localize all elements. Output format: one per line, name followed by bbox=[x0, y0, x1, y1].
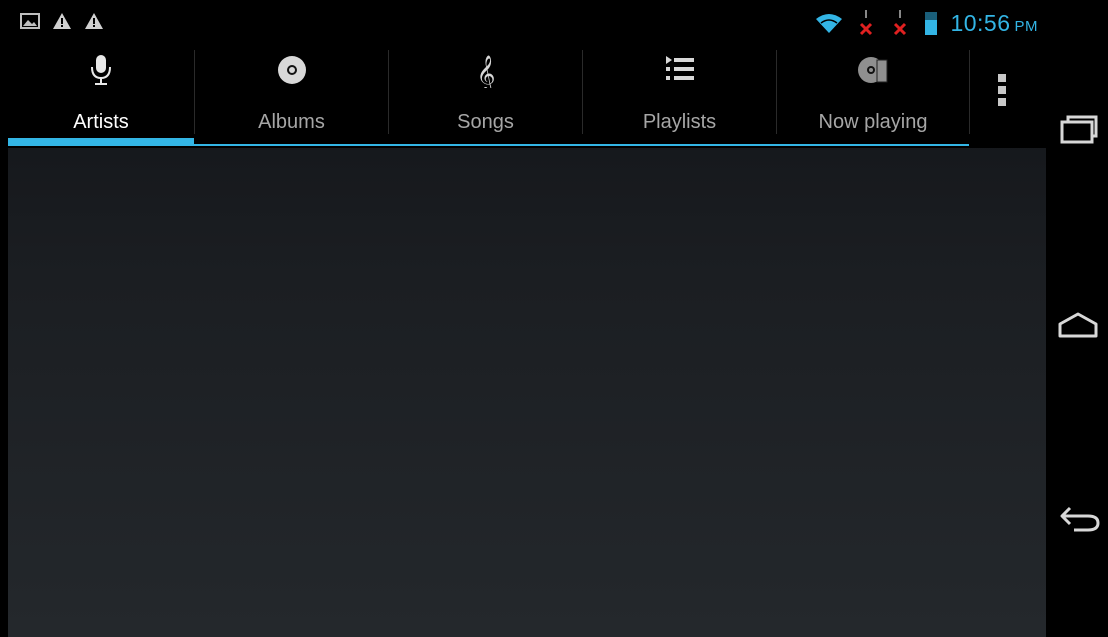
overflow-dot bbox=[998, 74, 1006, 82]
clock-ampm: PM bbox=[1014, 17, 1038, 35]
status-bar: 10:56 PM bbox=[8, 8, 1046, 38]
notification-icons bbox=[20, 12, 104, 30]
warning-icon bbox=[53, 13, 71, 29]
tab-label: Albums bbox=[258, 111, 325, 133]
content-area bbox=[8, 148, 1046, 637]
system-status-icons: 10:56 PM bbox=[814, 8, 1038, 38]
tab-label: Now playing bbox=[818, 111, 928, 133]
tab-bar: Artists Albums 𝄞 Songs Playlists Now pla… bbox=[8, 38, 1046, 148]
status-clock: 10:56 PM bbox=[950, 10, 1038, 37]
playlist-icon bbox=[665, 56, 694, 80]
navigation-bar bbox=[1046, 0, 1108, 637]
tab-label: Songs bbox=[457, 111, 514, 133]
treble-clef-icon: 𝄞 bbox=[476, 54, 495, 88]
recent-apps-icon[interactable] bbox=[1054, 106, 1102, 154]
no-signal-icon bbox=[894, 10, 907, 36]
no-signal-icon bbox=[860, 10, 873, 36]
clock-time: 10:56 bbox=[950, 9, 1011, 36]
back-icon[interactable] bbox=[1054, 496, 1102, 544]
tab-songs[interactable]: 𝄞 Songs bbox=[389, 38, 582, 146]
gallery-notification-icon bbox=[20, 13, 40, 29]
tab-playlists[interactable]: Playlists bbox=[583, 38, 776, 146]
album-disc-icon bbox=[277, 56, 306, 84]
tab-strip-underline bbox=[194, 144, 969, 146]
selected-tab-indicator bbox=[8, 138, 194, 146]
tab-label: Artists bbox=[73, 111, 129, 133]
battery-icon bbox=[925, 12, 938, 35]
svg-text:𝄞: 𝄞 bbox=[476, 54, 495, 88]
android-screen: 10:56 PM Artists Albums 𝄞 Songs Playlist… bbox=[0, 0, 1108, 637]
tab-albums[interactable]: Albums bbox=[195, 38, 388, 146]
wifi-icon bbox=[816, 14, 843, 33]
overflow-dot bbox=[998, 98, 1006, 106]
music-app: Artists Albums 𝄞 Songs Playlists Now pla… bbox=[8, 38, 1046, 637]
tab-artists[interactable]: Artists bbox=[8, 38, 194, 146]
warning-icon bbox=[85, 13, 103, 29]
tab-divider bbox=[969, 50, 970, 134]
tab-now-playing[interactable]: Now playing bbox=[777, 38, 969, 146]
overflow-dot bbox=[998, 86, 1006, 94]
home-icon[interactable] bbox=[1054, 302, 1102, 350]
now-playing-icon bbox=[858, 57, 888, 83]
tab-label: Playlists bbox=[642, 111, 717, 133]
microphone-icon bbox=[91, 55, 111, 85]
overflow-menu-button[interactable] bbox=[988, 68, 1016, 112]
